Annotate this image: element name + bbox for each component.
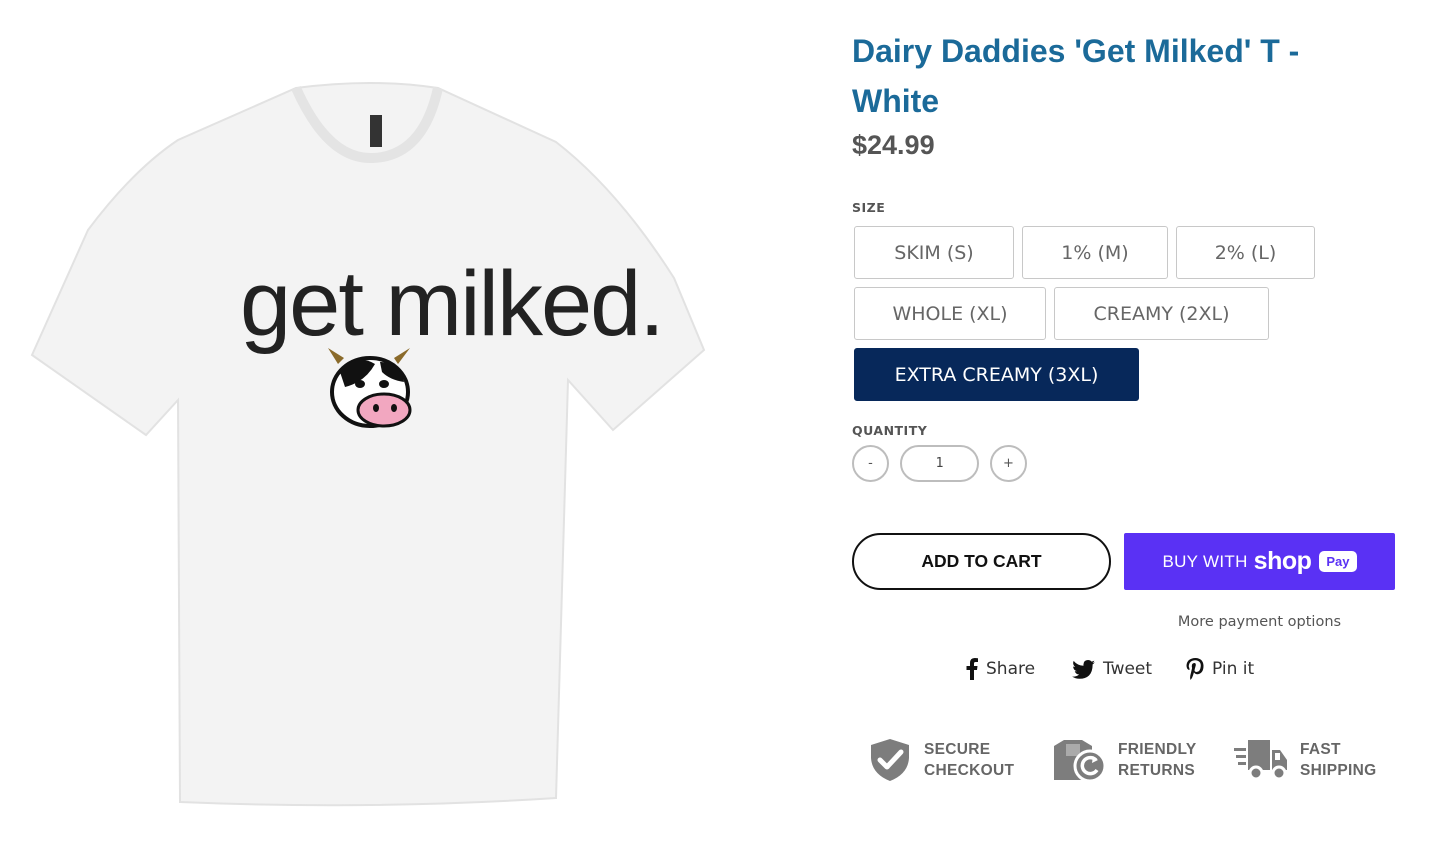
badge-line1: FRIENDLY <box>1118 741 1197 758</box>
tshirt-tag <box>370 115 382 147</box>
cow-logo-icon <box>328 348 412 428</box>
twitter-icon <box>1072 659 1095 679</box>
badge-line2: RETURNS <box>1118 762 1196 779</box>
more-payment-options-link[interactable]: More payment options <box>1124 614 1395 630</box>
tweet-label: Tweet <box>1103 659 1153 679</box>
badge-line1: SECURE <box>924 741 991 758</box>
size-label: SIZE <box>852 200 886 215</box>
fast-shipping-badge: FAST SHIPPING <box>1234 738 1376 782</box>
quantity-decrement-button[interactable]: - <box>852 445 889 482</box>
product-title: Dairy Daddies 'Get Milked' T - White <box>852 33 1300 119</box>
size-option-extra-creamy[interactable]: EXTRA CREAMY (3XL) <box>854 348 1139 401</box>
delivery-truck-icon <box>1234 740 1287 781</box>
pinterest-icon <box>1186 658 1204 680</box>
add-to-cart-button[interactable]: ADD TO CART <box>852 533 1111 590</box>
quantity-input[interactable] <box>900 445 979 482</box>
size-option-1-percent[interactable]: 1% (M) <box>1022 226 1168 279</box>
friendly-returns-badge: FRIENDLY RETURNS <box>1052 738 1196 782</box>
shirt-print-text: get milked. <box>240 253 663 355</box>
badge-line2: SHIPPING <box>1300 762 1377 779</box>
size-option-whole[interactable]: WHOLE (XL) <box>854 287 1046 340</box>
product-price: $24.99 <box>852 130 935 160</box>
shield-check-icon <box>871 739 909 781</box>
shop-logo-text: shop <box>1253 547 1312 575</box>
facebook-icon <box>966 658 978 680</box>
pay-badge: Pay <box>1319 551 1357 572</box>
buy-with-label: BUY WITH <box>1162 551 1248 571</box>
badge-line1: FAST <box>1300 741 1341 758</box>
size-option-creamy[interactable]: CREAMY (2XL) <box>1054 287 1269 340</box>
quantity-increment-button[interactable]: + <box>990 445 1027 482</box>
pin-label: Pin it <box>1212 659 1255 679</box>
buy-with-shop-pay-button[interactable]: BUY WITH shop Pay <box>1124 533 1395 590</box>
size-option-2-percent[interactable]: 2% (L) <box>1176 226 1315 279</box>
share-facebook-link[interactable]: Share <box>966 657 1035 681</box>
product-image[interactable]: get milked. <box>28 80 718 810</box>
share-pinterest-link[interactable]: Pin it <box>1186 657 1254 681</box>
share-twitter-link[interactable]: Tweet <box>1072 657 1152 681</box>
tshirt-shape <box>30 82 706 807</box>
badge-line2: CHECKOUT <box>924 762 1015 779</box>
quantity-label: QUANTITY <box>852 423 928 438</box>
returns-box-icon <box>1054 740 1106 782</box>
size-option-skim[interactable]: SKIM (S) <box>854 226 1014 279</box>
share-label: Share <box>986 659 1036 679</box>
secure-checkout-badge: SECURE CHECKOUT <box>868 738 1014 782</box>
